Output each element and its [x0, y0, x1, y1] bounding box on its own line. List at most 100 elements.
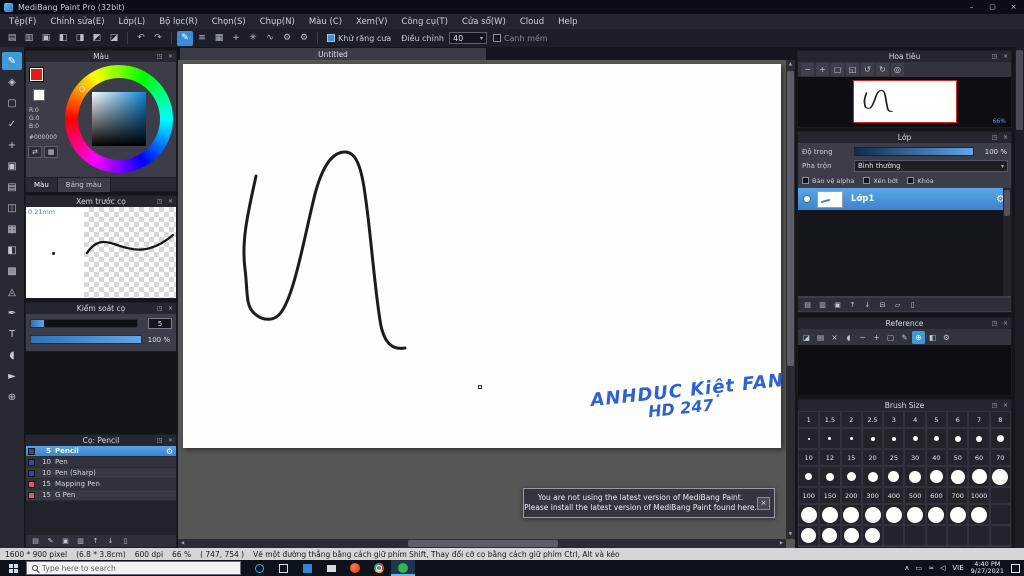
merge-layer-icon[interactable]: ⊟: [876, 300, 889, 310]
brush-size-value[interactable]: 500: [904, 487, 926, 504]
brush-size-value[interactable]: 12: [819, 449, 841, 466]
brush-size-swatch[interactable]: [883, 504, 905, 525]
display-icon[interactable]: ▭: [915, 564, 922, 572]
action-center-button[interactable]: [1011, 563, 1020, 573]
zoom-in-icon[interactable]: +: [816, 63, 829, 76]
menu-item[interactable]: Bộ lọc(R): [152, 14, 205, 29]
hand-icon[interactable]: ⊕: [912, 330, 925, 344]
brush-size-value[interactable]: 6: [947, 411, 969, 428]
brush-list-item[interactable]: 10 Pen: [26, 457, 176, 468]
parallel-snap-icon[interactable]: ≡: [194, 31, 210, 46]
brush-size-swatch[interactable]: [798, 525, 820, 546]
brush-size-swatch[interactable]: [861, 504, 884, 525]
antialias-checkbox[interactable]: Khử răng cưa: [327, 34, 391, 43]
brush-size-value[interactable]: [989, 487, 1011, 504]
browser-button[interactable]: [343, 560, 367, 576]
close-panel-icon[interactable]: ×: [1001, 52, 1010, 61]
brush-opacity-slider[interactable]: [30, 335, 142, 344]
open-icon[interactable]: ▥: [21, 31, 37, 46]
brush-size-swatch[interactable]: [968, 504, 990, 525]
pencil-icon[interactable]: ✎: [898, 331, 911, 344]
crop-icon[interactable]: ◧: [926, 331, 939, 344]
grid-snap-icon[interactable]: ▦: [211, 31, 227, 46]
brush-list-item[interactable]: 10 Pen (Sharp): [26, 468, 176, 479]
new-canvas-icon[interactable]: ▤: [4, 31, 20, 46]
undo-icon[interactable]: ↶: [133, 31, 149, 46]
lock-checkbox[interactable]: Khóa: [907, 177, 934, 185]
close-panel-icon[interactable]: ×: [1001, 133, 1010, 142]
move-brush-down-icon[interactable]: ↓: [104, 536, 117, 546]
brush-size-value[interactable]: 4: [904, 411, 926, 428]
duplicate-layer-icon[interactable]: ▣: [831, 300, 844, 310]
zoom-out-icon[interactable]: −: [801, 63, 814, 76]
settings-icon[interactable]: ⚙: [940, 331, 953, 344]
task-view-button[interactable]: [271, 560, 295, 576]
brush-folder-icon[interactable]: ▥: [74, 536, 87, 546]
clear-layer-icon[interactable]: ▱: [891, 300, 904, 310]
brush-size-value[interactable]: 2.5: [861, 411, 884, 428]
brush-size-swatch[interactable]: [925, 466, 948, 487]
smudge-tool[interactable]: ◬: [2, 283, 22, 301]
taskbar-clock[interactable]: 4:40 PM 9/27/2021: [971, 560, 1004, 576]
menu-item[interactable]: Cửa sổ(W): [455, 14, 513, 29]
layer-list-scrollbar[interactable]: [1003, 188, 1011, 296]
brush-size-swatch[interactable]: [989, 428, 1011, 449]
medibang-taskbar-button[interactable]: [391, 560, 415, 576]
brush-size-value[interactable]: 20: [861, 449, 884, 466]
brush-size-swatch[interactable]: [883, 428, 905, 449]
saturation-value-picker[interactable]: [92, 92, 146, 146]
pen-icon[interactable]: ✎: [177, 30, 193, 46]
scrollbar-thumb[interactable]: [1004, 190, 1010, 216]
tab-mau[interactable]: Màu: [26, 178, 58, 192]
save-icon[interactable]: ▣: [38, 31, 54, 46]
adjust-dropdown[interactable]: 40 ▾: [448, 32, 487, 44]
open-image-icon[interactable]: ▤: [814, 331, 827, 344]
brush-size-value[interactable]: 7: [968, 411, 990, 428]
eyedropper-icon[interactable]: ◖: [842, 331, 855, 344]
hand-tool[interactable]: ⊕: [2, 388, 22, 406]
brush-size-swatch[interactable]: [947, 466, 969, 487]
brush-size-value[interactable]: 200: [840, 487, 862, 504]
close-panel-icon[interactable]: ×: [166, 436, 175, 445]
notification-close-button[interactable]: ×: [757, 496, 770, 510]
window-layout-2-icon[interactable]: ◨: [72, 31, 88, 46]
brush-size-swatch[interactable]: [968, 525, 990, 546]
frame-tool[interactable]: ◧: [2, 241, 22, 259]
menu-item[interactable]: Cloud: [513, 14, 551, 29]
halftone-tool[interactable]: ▩: [2, 262, 22, 280]
text-tool[interactable]: T: [2, 325, 22, 343]
brush-size-swatch[interactable]: [840, 504, 862, 525]
add-folder-icon[interactable]: ▥: [816, 300, 829, 310]
brush-size-value[interactable]: 150: [819, 487, 841, 504]
cross-snap-icon[interactable]: +: [228, 31, 244, 46]
brush-size-swatch[interactable]: [883, 466, 905, 487]
hidden-icons-chevron[interactable]: ∧: [904, 564, 909, 572]
brush-size-value[interactable]: 300: [861, 487, 884, 504]
brush-size-swatch[interactable]: [861, 428, 884, 449]
eraser-tool[interactable]: ◈: [2, 73, 22, 91]
pen-edit-tool[interactable]: ✒: [2, 304, 22, 322]
brush-size-value[interactable]: 3: [883, 411, 905, 428]
brush-list-item[interactable]: 5 Pencil ⚙: [26, 446, 176, 457]
fill-tool[interactable]: ▣: [2, 157, 22, 175]
add-layer-icon[interactable]: ▤: [801, 300, 814, 310]
network-icon[interactable]: ≈: [928, 564, 934, 572]
brush-size-swatch[interactable]: [840, 428, 862, 449]
brush-size-value[interactable]: 600: [925, 487, 948, 504]
brush-size-swatch[interactable]: [968, 428, 990, 449]
tab-bang-mau[interactable]: Bảng màu: [57, 178, 111, 192]
brush-size-swatch[interactable]: [989, 504, 1011, 525]
brush-size-value[interactable]: 100: [798, 487, 820, 504]
brush-size-slider[interactable]: [30, 319, 138, 328]
vertical-scrollbar[interactable]: ▲ ▼: [786, 60, 795, 539]
popout-icon[interactable]: ◳: [155, 52, 164, 61]
maximize-button[interactable]: ▢: [982, 0, 1003, 14]
mail-button[interactable]: [319, 560, 343, 576]
brush-size-swatch[interactable]: [989, 466, 1011, 487]
workspace[interactable]: ANHDUC Kiệt FAN HD 247 ▲ ▼ ◀ ▶ You are n…: [178, 60, 795, 548]
scroll-left-icon[interactable]: ◀: [178, 539, 187, 548]
move-layer-down-icon[interactable]: ↓: [861, 300, 874, 310]
radial-snap-icon[interactable]: ✳: [245, 31, 261, 46]
move-layer-up-icon[interactable]: ↑: [846, 300, 859, 310]
brush-size-swatch[interactable]: [904, 525, 926, 546]
